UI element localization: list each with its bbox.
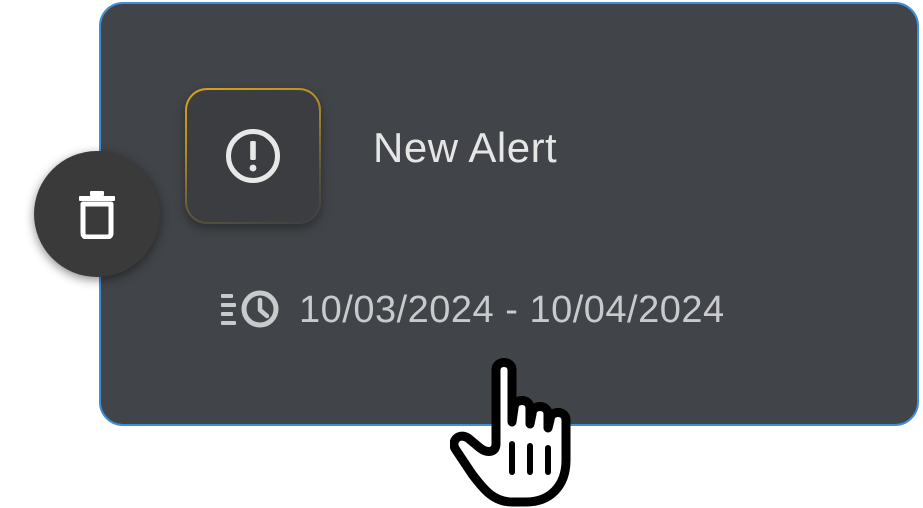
date-range-row: 10/03/2024 - 10/04/2024 bbox=[221, 287, 725, 333]
hand-pointer-cursor-icon bbox=[449, 352, 590, 508]
delete-button[interactable] bbox=[34, 151, 160, 277]
exclamation-circle-icon bbox=[226, 129, 280, 183]
stage: New Alert 10/03/2024 - 10/04/2024 bbox=[0, 0, 923, 508]
alert-icon-tile bbox=[185, 88, 321, 224]
alert-title: New Alert bbox=[373, 124, 558, 171]
date-range-text: 10/03/2024 - 10/04/2024 bbox=[299, 288, 725, 331]
schedule-list-clock-icon bbox=[221, 288, 283, 332]
trash-icon bbox=[79, 191, 115, 239]
